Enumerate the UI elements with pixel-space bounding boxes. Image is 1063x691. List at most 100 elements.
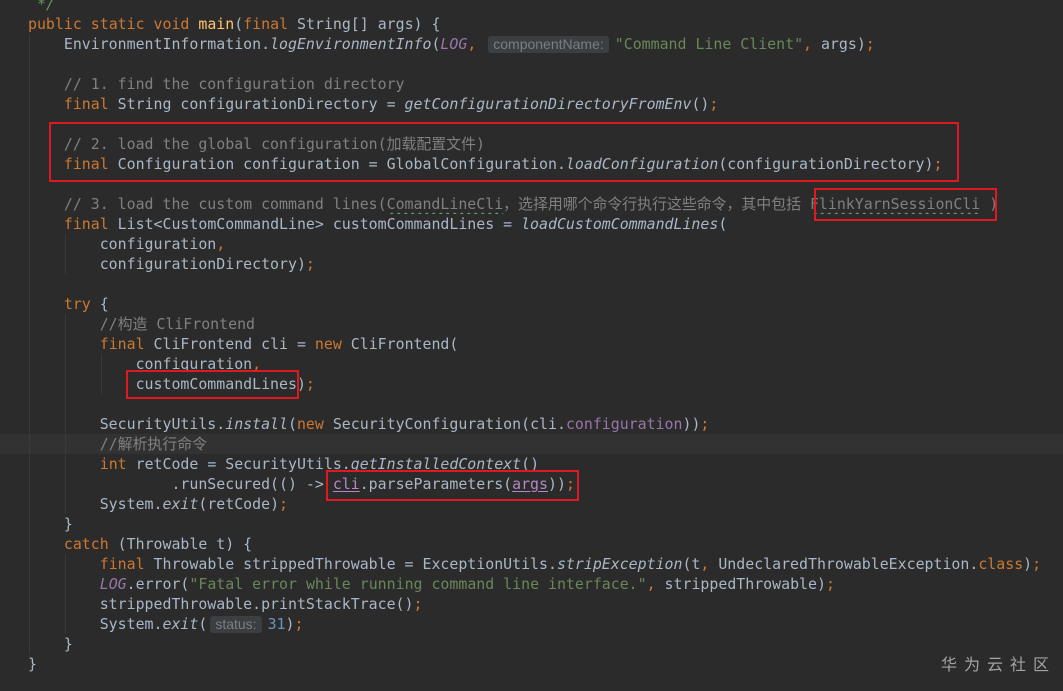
code-text: }	[28, 635, 73, 653]
keyword-token: try	[63, 295, 91, 313]
keyword-token: public	[28, 15, 82, 33]
code-text: ))	[682, 415, 701, 433]
code-line[interactable]: SecurityUtils.install(new SecurityConfig…	[0, 414, 1063, 434]
code-text: configurationDirectory)	[28, 255, 306, 273]
field-token: LOG	[440, 35, 468, 53]
code-editor[interactable]: */public static void main(final String[]…	[0, 0, 1063, 674]
number-literal: 31	[267, 615, 286, 633]
static-method-token: loadCustomCommandLines	[521, 215, 719, 233]
field-token: configuration	[565, 415, 683, 433]
method-name-token: main	[198, 15, 235, 33]
code-line[interactable]: configuration,	[0, 234, 1063, 254]
separator-token: ;	[305, 375, 315, 393]
keyword-token: catch	[63, 535, 109, 553]
code-text: configuration	[28, 235, 217, 253]
separator-token: ;	[279, 495, 289, 513]
code-line[interactable]	[0, 54, 1063, 74]
keyword-token: static	[90, 15, 145, 33]
separator-token: ;	[1032, 555, 1042, 573]
indent-guide	[65, 314, 66, 514]
code-line[interactable]: */	[0, 0, 1063, 14]
code-line[interactable]: EnvironmentInformation.logEnvironmentInf…	[0, 34, 1063, 54]
code-line[interactable]: LOG.error("Fatal error while running com…	[0, 574, 1063, 594]
code-text: System.	[28, 615, 163, 633]
code-line[interactable]: final Throwable strippedThrowable = Exce…	[0, 554, 1063, 574]
keyword-token: final	[99, 335, 145, 353]
keyword-token: class	[978, 555, 1024, 573]
code-line[interactable]: strippedThrowable.printStackTrace();	[0, 594, 1063, 614]
separator-token: ,	[467, 35, 477, 53]
code-text: SecurityUtils.	[28, 415, 226, 433]
code-text: ()	[691, 95, 710, 113]
code-text: .error(	[126, 575, 190, 593]
separator-token: ,	[803, 35, 812, 53]
code-line[interactable]: // 1. find the configuration directory	[0, 74, 1063, 94]
separator-token: ,	[646, 575, 656, 593]
comment-token: // 3. load the custom command lines(	[28, 195, 387, 213]
string-literal: "Fatal error while running command line …	[189, 575, 647, 593]
current-code-line[interactable]: //解析执行命令	[0, 434, 1063, 454]
static-method-token: install	[225, 415, 288, 433]
code-line[interactable]	[0, 274, 1063, 294]
comment-token: ，选择用哪个命令行执行这些命令，其中包括	[503, 195, 810, 213]
code-text: (Throwable t) {	[108, 535, 253, 553]
code-text: )	[1023, 555, 1033, 573]
doc-comment-token: */	[28, 0, 55, 13]
code-text: (	[234, 15, 244, 33]
code-line[interactable]: public static void main(final String[] a…	[0, 14, 1063, 34]
separator-token: ;	[825, 575, 835, 593]
indent-guide	[65, 234, 66, 274]
code-text: CliFrontend(	[341, 335, 459, 353]
keyword-token: int	[99, 455, 127, 473]
separator-token: ;	[700, 415, 710, 433]
code-text: (	[288, 415, 297, 433]
watermark-text: 华为云社区	[941, 655, 1057, 674]
code-line[interactable]: final String configurationDirectory = ge…	[0, 94, 1063, 114]
separator-token: ;	[294, 615, 304, 633]
code-line[interactable]: final CliFrontend cli = new CliFrontend(	[0, 334, 1063, 354]
separator-token: ;	[413, 595, 423, 613]
field-token: LOG	[99, 575, 127, 593]
typo-word: ComandLineCli	[386, 195, 504, 213]
code-line[interactable]: System.exit(status: 31);	[0, 614, 1063, 634]
code-text: UndeclaredThrowableException.	[709, 555, 979, 573]
separator-token: ;	[305, 255, 315, 273]
code-line[interactable]: }	[0, 654, 1063, 674]
static-method-token: getConfigurationDirectoryFromEnv	[404, 95, 692, 113]
static-method-token: stripException	[556, 555, 683, 573]
code-text: EnvironmentInformation.	[28, 35, 271, 53]
code-text: {	[90, 295, 109, 313]
red-highlight-box	[814, 188, 997, 221]
code-text: args)	[812, 35, 866, 53]
code-text: CliFrontend cli =	[144, 335, 315, 353]
string-literal: "Command Line Client"	[614, 35, 804, 53]
code-line[interactable]: catch (Throwable t) {	[0, 534, 1063, 554]
indent-guide	[29, 34, 30, 654]
separator-token: ;	[709, 95, 719, 113]
comment-token: //解析执行命令	[28, 435, 207, 453]
code-line[interactable]: try {	[0, 294, 1063, 314]
red-highlight-box	[49, 122, 959, 182]
keyword-token: final	[99, 555, 145, 573]
code-text: .runSecured(() ->	[28, 475, 333, 493]
keyword-token: new	[314, 335, 342, 353]
code-line[interactable]: }	[0, 634, 1063, 654]
code-line[interactable]: }	[0, 514, 1063, 534]
code-text: (retCode)	[198, 495, 280, 513]
code-text: String[] args) {	[288, 15, 441, 33]
code-line[interactable]: //构造 CliFrontend	[0, 314, 1063, 334]
keyword-token: new	[296, 415, 324, 433]
code-text: retCode = SecurityUtils.	[126, 455, 351, 473]
separator-token: ;	[865, 35, 875, 53]
code-text: List<CustomCommandLine> customCommandLin…	[108, 215, 522, 233]
code-line[interactable]: configurationDirectory);	[0, 254, 1063, 274]
static-method-token: exit	[162, 495, 199, 513]
